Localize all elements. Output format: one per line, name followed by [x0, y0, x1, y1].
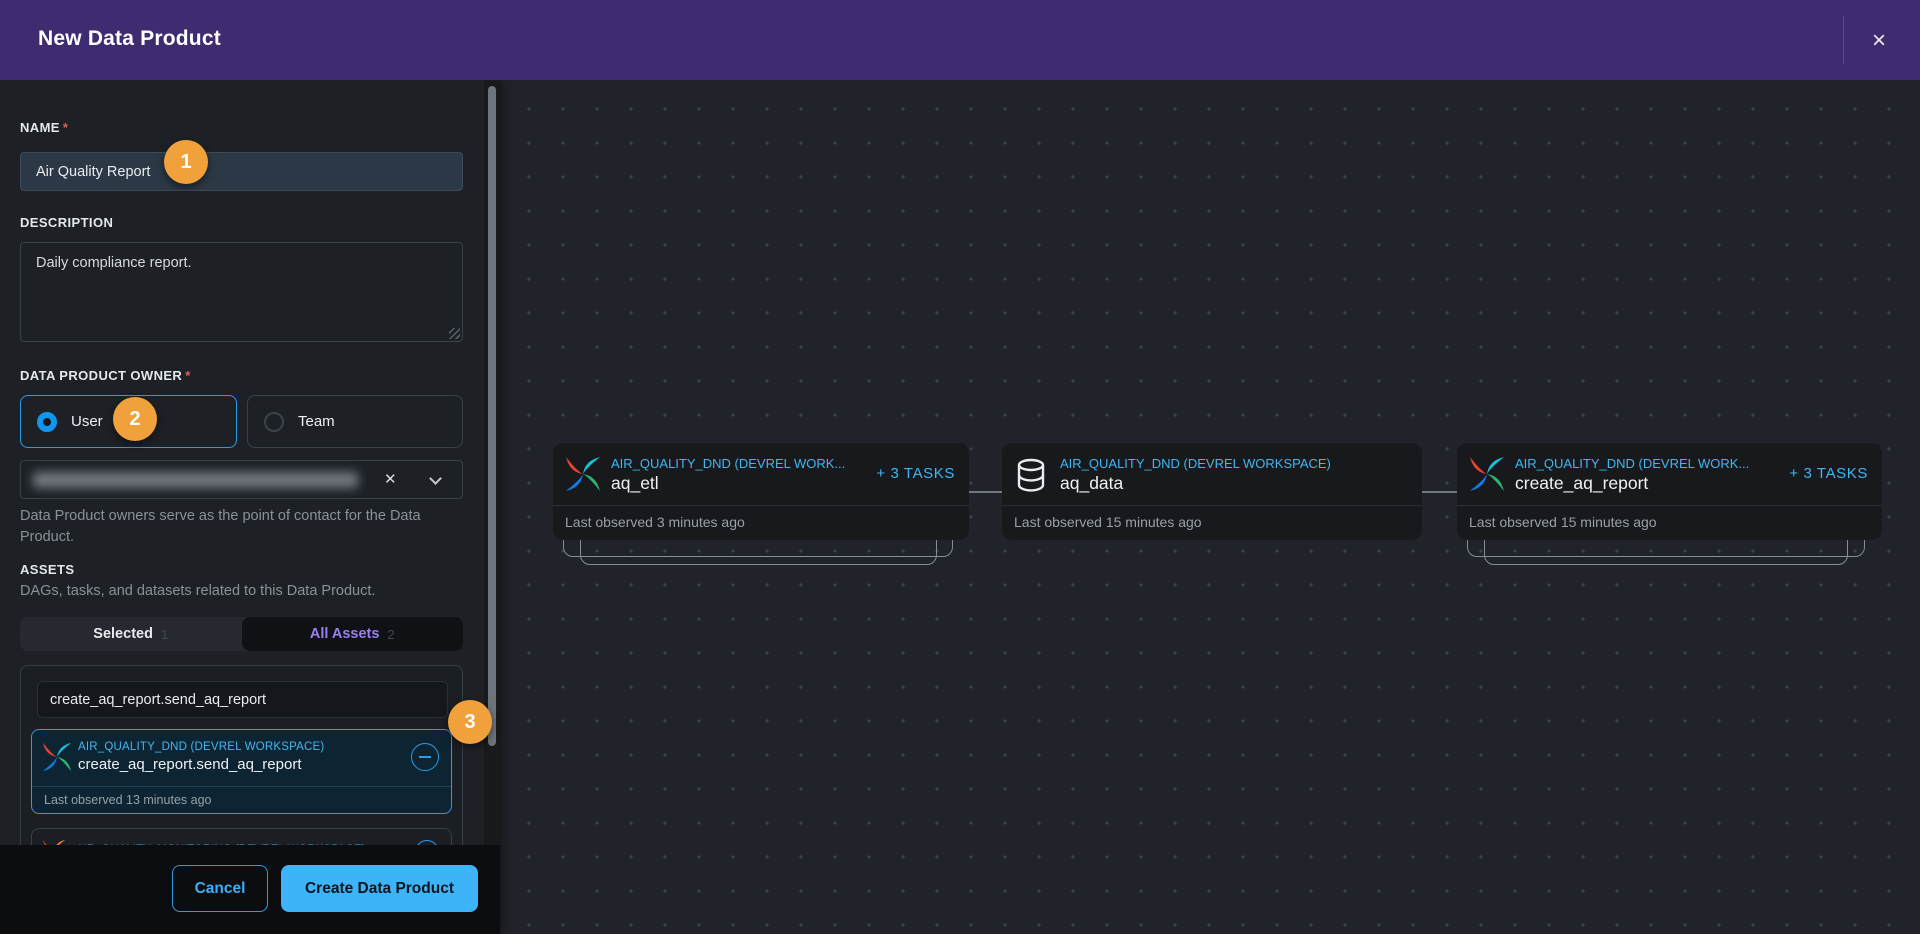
assets-tab-bar: Selected 1 All Assets 2: [20, 617, 463, 651]
owner-value-redacted: [33, 472, 358, 488]
panel-scrollbar-thumb[interactable]: [488, 86, 496, 746]
asset-name: create_aq_report.send_aq_report: [78, 756, 302, 773]
header-divider: [1843, 16, 1844, 64]
node-name: create_aq_report: [1515, 473, 1648, 494]
tab-count: 2: [387, 627, 394, 642]
node-name: aq_data: [1060, 473, 1123, 494]
dataset-node-aq-data[interactable]: AIR_QUALITY_DND (DEVREL WORKSPACE) aq_da…: [1002, 443, 1422, 540]
dag-node-aq-etl[interactable]: AIR_QUALITY_DND (DEVREL WORK... aq_etl +…: [553, 443, 969, 540]
node-tasks-badge[interactable]: + 3 TASKS: [876, 465, 955, 482]
lineage-canvas[interactable]: AIR_QUALITY_DND (DEVREL WORK... aq_etl +…: [500, 80, 1920, 934]
database-icon: [1014, 456, 1048, 494]
step-badge-3: 3: [448, 700, 492, 744]
owner-label: DATA PRODUCT OWNER*: [20, 368, 191, 383]
modal-header: New Data Product ×: [0, 0, 1920, 80]
remove-asset-button[interactable]: [411, 743, 439, 771]
node-source: AIR_QUALITY_DND (DEVREL WORK...: [1515, 456, 1749, 471]
close-icon[interactable]: ×: [1862, 24, 1896, 58]
asset-search-input[interactable]: [37, 681, 448, 718]
owner-user-select[interactable]: ✕: [20, 460, 463, 499]
minus-icon: [419, 756, 431, 758]
tab-all-assets[interactable]: All Assets 2: [242, 617, 464, 651]
clear-icon[interactable]: ✕: [384, 470, 397, 488]
textarea-resize-grip[interactable]: [449, 328, 460, 339]
node-last-observed: Last observed 15 minutes ago: [1457, 505, 1882, 540]
owner-type-team-option[interactable]: Team: [247, 395, 463, 448]
asset-last-observed: Last observed 13 minutes ago: [32, 786, 451, 813]
tab-selected[interactable]: Selected 1: [20, 617, 242, 651]
radio-label: User: [71, 413, 103, 430]
form-footer: Cancel Create Data Product: [0, 845, 500, 934]
airflow-pinwheel-icon: [1469, 456, 1505, 492]
radio-unselected-icon[interactable]: [264, 412, 284, 432]
node-source: AIR_QUALITY_DND (DEVREL WORK...: [611, 456, 845, 471]
chevron-down-icon[interactable]: [429, 472, 442, 485]
node-tasks-badge[interactable]: + 3 TASKS: [1789, 465, 1868, 482]
required-asterisk: *: [63, 120, 68, 135]
tab-count: 1: [161, 627, 168, 642]
description-textarea[interactable]: Daily compliance report.: [20, 242, 463, 342]
assets-label: ASSETS: [20, 562, 74, 577]
airflow-pinwheel-icon: [42, 742, 72, 772]
new-data-product-form-panel: NAME* DESCRIPTION Daily compliance repor…: [0, 80, 500, 934]
owner-helper-text: Data Product owners serve as the point o…: [20, 506, 460, 548]
assets-subtitle: DAGs, tasks, and datasets related to thi…: [20, 583, 375, 599]
node-name: aq_etl: [611, 473, 659, 494]
dag-node-create-aq-report[interactable]: AIR_QUALITY_DND (DEVREL WORK... create_a…: [1457, 443, 1882, 540]
node-last-observed: Last observed 3 minutes ago: [553, 505, 969, 540]
required-asterisk: *: [185, 368, 190, 383]
lineage-edge: [1422, 491, 1457, 493]
create-data-product-button[interactable]: Create Data Product: [281, 865, 478, 912]
airflow-pinwheel-icon: [565, 456, 601, 492]
node-source: AIR_QUALITY_DND (DEVREL WORKSPACE): [1060, 456, 1331, 471]
cancel-button[interactable]: Cancel: [172, 865, 268, 912]
name-input[interactable]: [20, 152, 463, 191]
radio-label: Team: [298, 413, 335, 430]
radio-selected-icon[interactable]: [37, 412, 57, 432]
step-badge-1: 1: [164, 140, 208, 184]
asset-item-selected[interactable]: AIR_QUALITY_DND (DEVREL WORKSPACE) creat…: [31, 729, 452, 814]
name-label: NAME*: [20, 120, 68, 135]
modal-title: New Data Product: [38, 27, 221, 51]
lineage-edge: [969, 491, 1002, 493]
description-label: DESCRIPTION: [20, 215, 113, 230]
node-last-observed: Last observed 15 minutes ago: [1002, 505, 1422, 540]
asset-source: AIR_QUALITY_DND (DEVREL WORKSPACE): [78, 741, 324, 753]
step-badge-2: 2: [113, 397, 157, 441]
